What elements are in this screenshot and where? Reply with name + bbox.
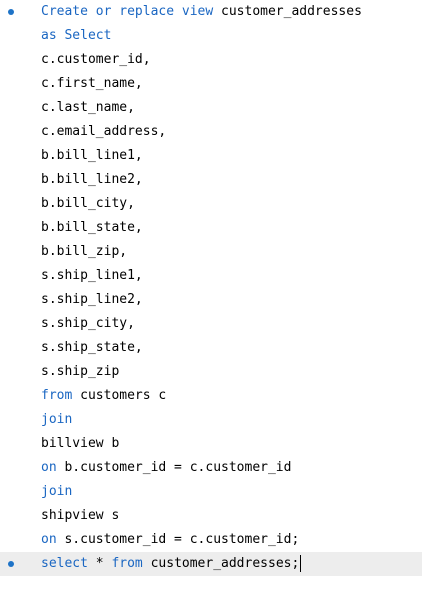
code-text: s.ship_zip [41,360,119,384]
code-text: b.bill_city, [41,192,135,216]
sql-identifier: c.first_name, [41,76,143,91]
statement-marker-icon [8,9,14,15]
sql-identifier: b.customer_id = c.customer_id [56,460,292,475]
sql-identifier: s.customer_id = c.customer_id; [56,532,300,547]
sql-identifier: shipview s [41,508,120,523]
code-line[interactable]: b.bill_state, [0,216,422,240]
sql-identifier: s.ship_city, [41,316,135,331]
code-text: shipview s [41,504,119,528]
code-line[interactable]: b.bill_line1, [0,144,422,168]
sql-identifier: c.last_name, [41,100,135,115]
code-text: on s.customer_id = c.customer_id; [41,528,299,552]
code-text: s.ship_state, [41,336,143,360]
code-line[interactable]: c.last_name, [0,96,422,120]
code-text: s.ship_line1, [41,264,143,288]
code-line[interactable]: join [0,408,422,432]
sql-identifier: c.email_address, [41,124,167,139]
code-text: c.email_address, [41,120,166,144]
sql-identifier: billview b [41,436,120,451]
sql-identifier: b.bill_city, [41,196,135,211]
code-text: billview b [41,432,119,456]
code-text: join [41,480,72,504]
sql-keyword: join [41,484,73,499]
code-text: s.ship_city, [41,312,135,336]
sql-identifier: customers c [72,388,167,403]
sql-identifier: s.ship_zip [41,364,120,379]
code-line[interactable]: c.customer_id, [0,48,422,72]
code-line[interactable]: billview b [0,432,422,456]
code-text: c.first_name, [41,72,143,96]
sql-keyword: as Select [41,28,112,43]
code-line[interactable]: on b.customer_id = c.customer_id [0,456,422,480]
sql-keyword: from [41,388,73,403]
sql-identifier: b.bill_line2, [41,172,143,187]
code-line[interactable]: b.bill_line2, [0,168,422,192]
code-line[interactable]: b.bill_city, [0,192,422,216]
sql-identifier: b.bill_state, [41,220,143,235]
code-text: b.bill_line1, [41,144,143,168]
sql-keyword: on [41,532,57,547]
current-code-line[interactable]: select * from customer_addresses; [0,552,422,576]
code-line[interactable]: join [0,480,422,504]
code-text: join [41,408,72,432]
code-text: s.ship_line2, [41,288,143,312]
sql-keyword: join [41,412,73,427]
code-line[interactable]: as Select [0,24,422,48]
text-caret [300,555,302,572]
code-text: b.bill_zip, [41,240,127,264]
code-line[interactable]: from customers c [0,384,422,408]
sql-identifier: * [87,556,112,571]
code-line[interactable]: on s.customer_id = c.customer_id; [0,528,422,552]
statement-marker-icon [8,561,14,567]
sql-identifier: customer_addresses [213,4,362,19]
code-line[interactable]: s.ship_line2, [0,288,422,312]
code-line[interactable]: s.ship_city, [0,312,422,336]
code-line[interactable]: c.first_name, [0,72,422,96]
code-text: from customers c [41,384,166,408]
code-text: as Select [41,24,111,48]
sql-identifier: s.ship_line2, [41,292,143,307]
code-text: c.customer_id, [41,48,151,72]
code-text: b.bill_line2, [41,168,143,192]
code-text: on b.customer_id = c.customer_id [41,456,291,480]
code-line[interactable]: Create or replace view customer_addresse… [0,0,422,24]
sql-keyword: Create or replace view [41,4,214,19]
code-text: select * from customer_addresses; [41,552,302,576]
sql-keyword: select [41,556,88,571]
sql-keyword: on [41,460,57,475]
sql-identifier: s.ship_state, [41,340,143,355]
code-line[interactable]: c.email_address, [0,120,422,144]
sql-identifier: b.bill_zip, [41,244,128,259]
code-line[interactable]: s.ship_state, [0,336,422,360]
code-text: b.bill_state, [41,216,143,240]
sql-identifier: b.bill_line1, [41,148,143,163]
code-line[interactable]: b.bill_zip, [0,240,422,264]
code-line[interactable]: s.ship_line1, [0,264,422,288]
code-text: c.last_name, [41,96,135,120]
sql-identifier: s.ship_line1, [41,268,143,283]
code-line[interactable]: shipview s [0,504,422,528]
sql-keyword: from [111,556,143,571]
sql-identifier: c.customer_id, [41,52,151,67]
code-text: Create or replace view customer_addresse… [41,0,362,24]
sql-identifier: customer_addresses; [142,556,300,571]
sql-editor[interactable]: Create or replace view customer_addresse… [0,0,422,606]
code-line[interactable]: s.ship_zip [0,360,422,384]
